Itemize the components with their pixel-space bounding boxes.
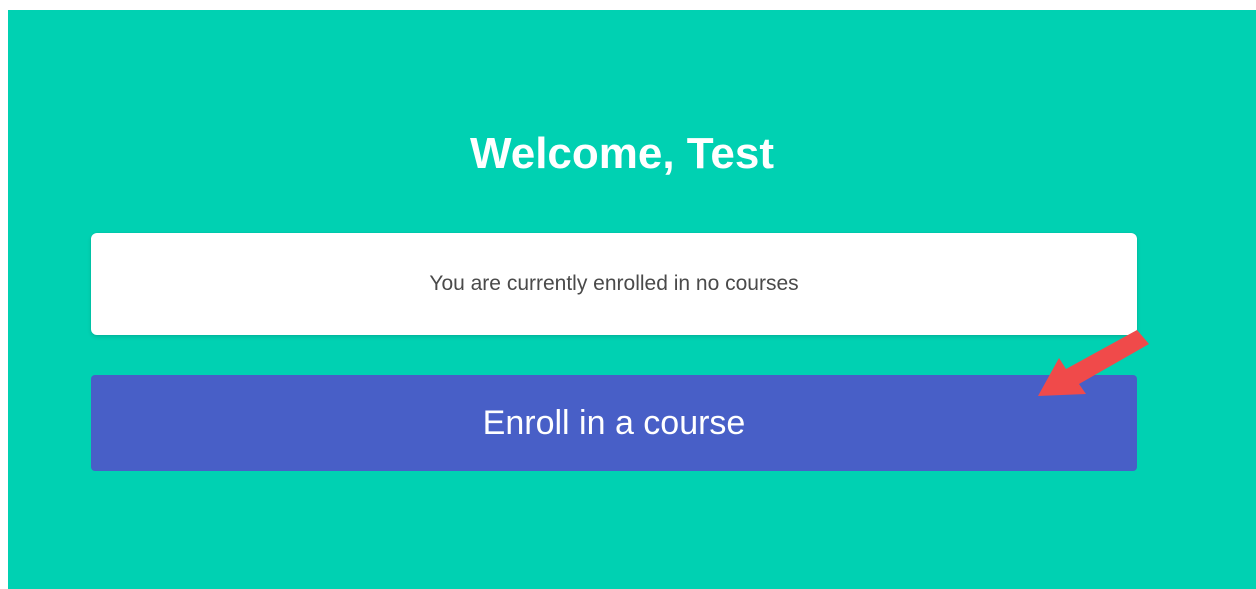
red-arrow-icon	[1038, 330, 1149, 396]
page-title: Welcome, Test	[469, 129, 775, 178]
page: Welcome, Test You are currently enrolled…	[0, 0, 1256, 589]
enroll-course-button[interactable]: Enroll in a course	[91, 375, 1137, 471]
enrollment-status-card: You are currently enrolled in no courses	[91, 233, 1137, 335]
enrollment-status-text: You are currently enrolled in no courses	[429, 272, 799, 295]
